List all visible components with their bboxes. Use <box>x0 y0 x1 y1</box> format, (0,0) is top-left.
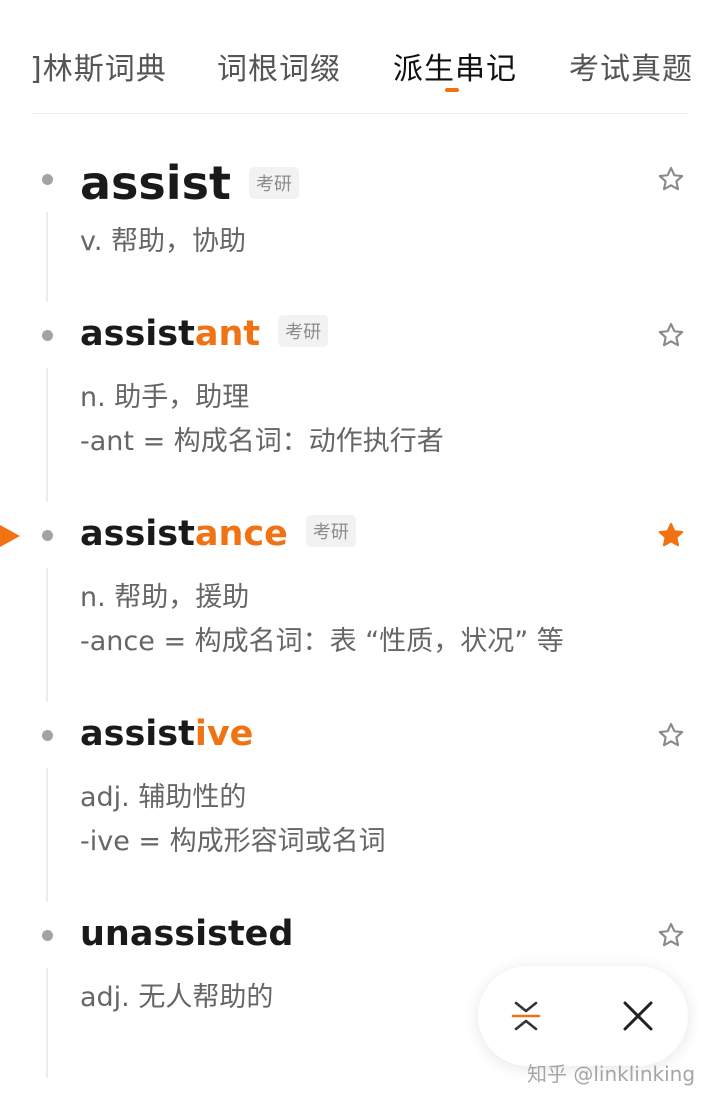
headword[interactable]: assistive <box>80 714 253 754</box>
definition-block: n. 助手，助理 -ant = 构成名词：动作执行者 <box>80 376 444 464</box>
definition-line: n. 助手，助理 <box>80 382 250 413</box>
headword-base: assist <box>80 314 195 354</box>
active-tab-indicator <box>445 88 459 92</box>
collapse-icon[interactable] <box>501 991 551 1041</box>
headword-suffix: ant <box>194 314 261 354</box>
current-item-arrow-icon <box>0 525 20 547</box>
headword-suffix: ance <box>194 514 288 554</box>
tab-exam-questions[interactable]: 考试真题 <box>569 44 693 88</box>
close-icon[interactable] <box>613 991 663 1041</box>
entry-connector-line <box>46 568 48 702</box>
entry-connector-line <box>46 768 48 902</box>
headword-base: assist <box>80 156 231 210</box>
tab-derivatives[interactable]: 派生串记 <box>393 44 517 88</box>
watermark: 知乎 @linklinking <box>527 1062 696 1086</box>
entry-connector-line <box>46 212 48 302</box>
definition-line: -ant = 构成名词：动作执行者 <box>80 426 444 457</box>
star-filled-icon[interactable] <box>657 521 685 549</box>
definition-line: -ive = 构成形容词或名词 <box>80 826 386 857</box>
derivative-list: assist 考研 v. 帮助，协助 assistant 考研 n. 助手，助理 -… <box>0 114 720 1105</box>
tab-collins-dictionary[interactable]: ]林斯词典 <box>30 44 167 88</box>
entry-connector-line <box>46 368 48 502</box>
headword[interactable]: assistant 考研 <box>80 314 329 354</box>
star-outline-icon[interactable] <box>657 921 685 949</box>
exam-tag: 考研 <box>278 315 329 347</box>
bullet-dot <box>42 530 53 541</box>
headword-base: unassisted <box>80 914 294 954</box>
bullet-dot <box>42 330 53 341</box>
definition-line: n. 帮助，援助 <box>80 582 250 613</box>
star-outline-icon[interactable] <box>657 165 685 193</box>
headword-base: assist <box>80 714 195 754</box>
definition-line: -ance = 构成名词：表 “性质，状况” 等 <box>80 626 564 657</box>
headword-base: assist <box>80 514 195 554</box>
star-outline-icon[interactable] <box>657 721 685 749</box>
tab-bar: ]林斯词典 词根词缀 派生串记 考试真题 <box>0 0 720 114</box>
star-outline-icon[interactable] <box>657 321 685 349</box>
definition-block: n. 帮助，援助 -ance = 构成名词：表 “性质，状况” 等 <box>80 576 564 664</box>
exam-tag: 考研 <box>248 166 299 199</box>
headword-suffix: ive <box>194 714 254 754</box>
bullet-dot <box>42 174 53 185</box>
headword[interactable]: assistance 考研 <box>80 514 356 554</box>
definition-line: adj. 无人帮助的 <box>80 982 274 1013</box>
floating-action-bar <box>478 966 688 1066</box>
headword[interactable]: unassisted <box>80 914 293 954</box>
bullet-dot <box>42 730 53 741</box>
headword[interactable]: assist 考研 <box>80 156 299 210</box>
exam-tag: 考研 <box>305 515 356 547</box>
definition-line: v. 帮助，协助 <box>80 226 247 257</box>
tab-roots-affixes[interactable]: 词根词缀 <box>217 44 341 88</box>
definition-line: adj. 辅助性的 <box>80 782 247 813</box>
bullet-dot <box>42 930 53 941</box>
definition-block: adj. 辅助性的 -ive = 构成形容词或名词 <box>80 776 386 864</box>
definition-block: v. 帮助，协助 <box>80 220 246 264</box>
entry-connector-line <box>46 968 48 1078</box>
definition-block: adj. 无人帮助的 <box>80 976 273 1020</box>
